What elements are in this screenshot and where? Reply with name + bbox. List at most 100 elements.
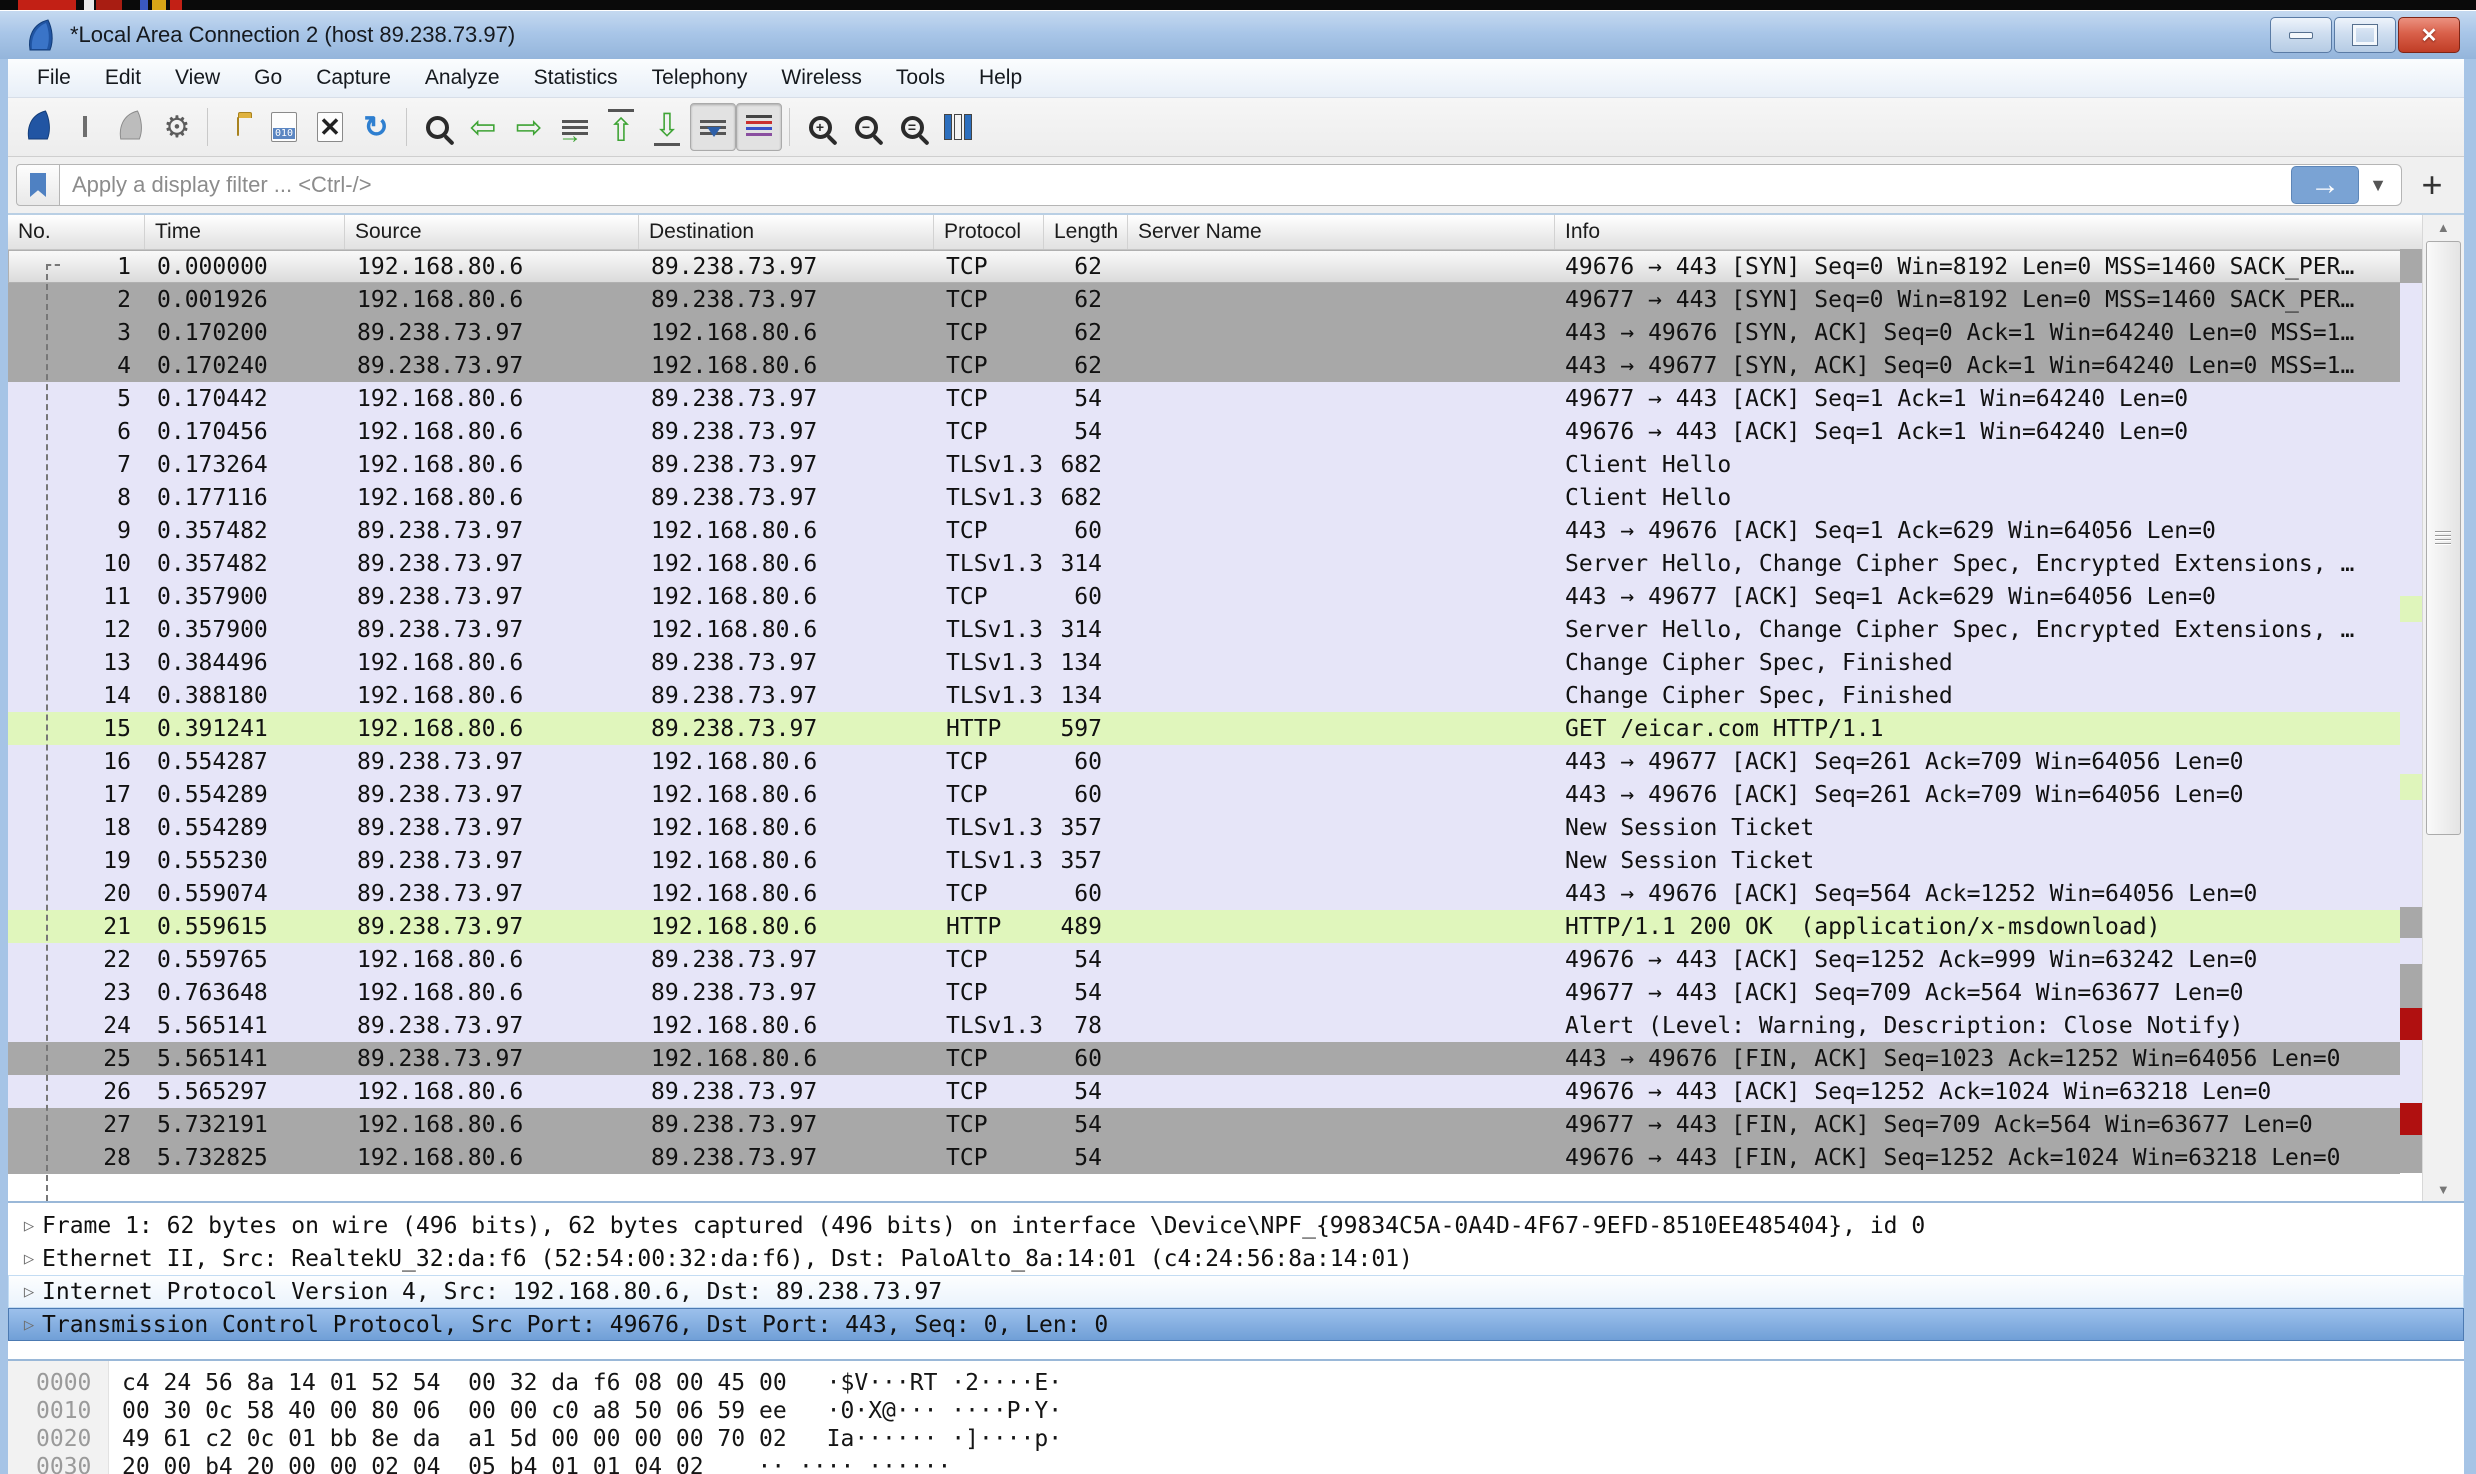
go-forward-button[interactable]: ⇨ <box>506 103 552 151</box>
cell-len: 54 <box>1044 947 1128 973</box>
filter-dropdown-caret-icon[interactable]: ▼ <box>2369 175 2387 196</box>
column-header-protocol[interactable]: Protocol <box>934 215 1044 249</box>
save-file-button[interactable]: 010 <box>261 103 307 151</box>
detail-row[interactable]: ▷Transmission Control Protocol, Src Port… <box>8 1308 2464 1341</box>
packet-row[interactable]: 30.17020089.238.73.97192.168.80.6TCP6244… <box>8 316 2464 349</box>
menu-item-telephony[interactable]: Telephony <box>635 59 765 97</box>
titlebar[interactable]: *Local Area Connection 2 (host 89.238.73… <box>0 11 2476 60</box>
close-button[interactable]: ✕ <box>2398 17 2460 53</box>
add-filter-button[interactable]: + <box>2410 165 2454 205</box>
column-header-server-name[interactable]: Server Name <box>1128 215 1555 249</box>
restart-capture-button[interactable] <box>108 103 154 151</box>
packet-row[interactable]: 10.000000192.168.80.689.238.73.97TCP6249… <box>8 250 2464 283</box>
packet-row[interactable]: 80.177116192.168.80.689.238.73.97TLSv1.3… <box>8 481 2464 514</box>
column-header-source[interactable]: Source <box>345 215 639 249</box>
packet-row[interactable]: 210.55961589.238.73.97192.168.80.6HTTP48… <box>8 910 2464 943</box>
go-back-button[interactable]: ⇦ <box>460 103 506 151</box>
display-filter-input[interactable]: Apply a display filter ... <Ctrl-/> → ▼ <box>60 164 2402 206</box>
column-header-info[interactable]: Info <box>1555 215 2464 249</box>
go-to-packet-button[interactable]: → <box>552 103 598 151</box>
expand-arrow-icon[interactable]: ▷ <box>16 1249 42 1269</box>
resize-columns-button[interactable] <box>935 103 981 151</box>
expand-arrow-icon[interactable]: ▷ <box>16 1216 42 1236</box>
hex-row[interactable]: 001000 30 0c 58 40 00 80 06 00 00 c0 a8 … <box>8 1397 2464 1425</box>
go-bottom-button[interactable]: ⇩ <box>644 103 690 151</box>
packet-row[interactable]: 200.55907489.238.73.97192.168.80.6TCP604… <box>8 877 2464 910</box>
packet-row[interactable]: 70.173264192.168.80.689.238.73.97TLSv1.3… <box>8 448 2464 481</box>
menu-item-edit[interactable]: Edit <box>88 59 158 97</box>
menu-item-view[interactable]: View <box>158 59 237 97</box>
packet-row[interactable]: 120.35790089.238.73.97192.168.80.6TLSv1.… <box>8 613 2464 646</box>
start-capture-button[interactable] <box>16 103 62 151</box>
stop-capture-button[interactable] <box>62 103 108 151</box>
zoom-out-button[interactable]: − <box>843 103 889 151</box>
go-top-button[interactable]: ⇧ <box>598 103 644 151</box>
packet-row[interactable]: 40.17024089.238.73.97192.168.80.6TCP6244… <box>8 349 2464 382</box>
expand-arrow-icon[interactable]: ▷ <box>16 1315 42 1335</box>
cell-src: 89.238.73.97 <box>345 551 639 577</box>
zoom-reset-button[interactable]: = <box>889 103 935 151</box>
scrollbar-thumb[interactable] <box>2426 241 2461 835</box>
packet-row[interactable]: 285.732825192.168.80.689.238.73.97TCP544… <box>8 1141 2464 1174</box>
packet-row[interactable]: 265.565297192.168.80.689.238.73.97TCP544… <box>8 1075 2464 1108</box>
menu-item-tools[interactable]: Tools <box>879 59 962 97</box>
detail-row[interactable]: ▷Ethernet II, Src: RealtekU_32:da:f6 (52… <box>8 1242 2464 1275</box>
packet-row[interactable]: 90.35748289.238.73.97192.168.80.6TCP6044… <box>8 514 2464 547</box>
packet-row[interactable]: 20.001926192.168.80.689.238.73.97TCP6249… <box>8 283 2464 316</box>
vertical-scrollbar[interactable]: ▲ ▼ <box>2422 215 2464 1201</box>
filter-bookmark-button[interactable] <box>16 164 60 206</box>
packet-row[interactable]: 100.35748289.238.73.97192.168.80.6TLSv1.… <box>8 547 2464 580</box>
detail-row[interactable]: ▷Frame 1: 62 bytes on wire (496 bits), 6… <box>8 1209 2464 1242</box>
packet-row[interactable]: 275.732191192.168.80.689.238.73.97TCP544… <box>8 1108 2464 1141</box>
cell-no: 20 <box>8 881 145 907</box>
packet-row[interactable]: 245.56514189.238.73.97192.168.80.6TLSv1.… <box>8 1009 2464 1042</box>
find-packet-button[interactable] <box>414 103 460 151</box>
menu-item-capture[interactable]: Capture <box>299 59 408 97</box>
go-bottom-icon: ⇩ <box>654 109 681 146</box>
hex-row[interactable]: 003020 00 b4 20 00 00 02 04 05 b4 01 01 … <box>8 1453 2464 1474</box>
packet-row[interactable]: 150.391241192.168.80.689.238.73.97HTTP59… <box>8 712 2464 745</box>
menu-item-file[interactable]: File <box>20 59 88 97</box>
maximize-button[interactable] <box>2334 17 2396 53</box>
hex-row[interactable]: 0000c4 24 56 8a 14 01 52 54 00 32 da f6 … <box>8 1369 2464 1397</box>
column-header-time[interactable]: Time <box>145 215 345 249</box>
close-file-button[interactable]: ✕ <box>307 103 353 151</box>
column-header-no[interactable]: No. <box>8 215 145 249</box>
packet-row[interactable]: 180.55428989.238.73.97192.168.80.6TLSv1.… <box>8 811 2464 844</box>
reload-button[interactable]: ↻ <box>353 103 399 151</box>
zoom-in-button[interactable]: + <box>797 103 843 151</box>
packet-row[interactable]: 230.763648192.168.80.689.238.73.97TCP544… <box>8 976 2464 1009</box>
menu-item-wireless[interactable]: Wireless <box>764 59 879 97</box>
menu-item-analyze[interactable]: Analyze <box>408 59 517 97</box>
scroll-up-button[interactable]: ▲ <box>2423 215 2464 239</box>
packet-row[interactable]: 50.170442192.168.80.689.238.73.97TCP5449… <box>8 382 2464 415</box>
auto-scroll-button[interactable] <box>690 103 736 151</box>
packet-row[interactable]: 220.559765192.168.80.689.238.73.97TCP544… <box>8 943 2464 976</box>
column-header-destination[interactable]: Destination <box>639 215 934 249</box>
packet-row[interactable]: 160.55428789.238.73.97192.168.80.6TCP604… <box>8 745 2464 778</box>
expand-arrow-icon[interactable]: ▷ <box>16 1282 42 1302</box>
detail-row[interactable]: ▷Internet Protocol Version 4, Src: 192.1… <box>8 1275 2464 1308</box>
apply-filter-button[interactable]: → <box>2291 166 2359 204</box>
packet-row[interactable]: 170.55428989.238.73.97192.168.80.6TCP604… <box>8 778 2464 811</box>
cell-time: 0.177116 <box>145 485 345 511</box>
minimize-button[interactable] <box>2270 17 2332 53</box>
column-header-length[interactable]: Length <box>1044 215 1128 249</box>
packet-row[interactable]: 130.384496192.168.80.689.238.73.97TLSv1.… <box>8 646 2464 679</box>
packet-row[interactable]: 190.55523089.238.73.97192.168.80.6TLSv1.… <box>8 844 2464 877</box>
packet-row[interactable]: 140.388180192.168.80.689.238.73.97TLSv1.… <box>8 679 2464 712</box>
scroll-down-button[interactable]: ▼ <box>2423 1177 2464 1201</box>
menu-item-statistics[interactable]: Statistics <box>517 59 635 97</box>
menu-item-help[interactable]: Help <box>962 59 1039 97</box>
open-file-button[interactable] <box>215 103 261 151</box>
hex-row[interactable]: 002049 61 c2 0c 01 bb 8e da a1 5d 00 00 … <box>8 1425 2464 1453</box>
menu-item-go[interactable]: Go <box>237 59 299 97</box>
packet-row[interactable]: 255.56514189.238.73.97192.168.80.6TCP604… <box>8 1042 2464 1075</box>
capture-options-button[interactable]: ⚙ <box>154 103 200 151</box>
scrollbar-minimap[interactable] <box>2400 249 2422 1201</box>
cell-info: 443 → 49676 [FIN, ACK] Seq=1023 Ack=1252… <box>1555 1046 2340 1072</box>
stop-capture-icon <box>83 118 87 136</box>
packet-row[interactable]: 110.35790089.238.73.97192.168.80.6TCP604… <box>8 580 2464 613</box>
packet-row[interactable]: 60.170456192.168.80.689.238.73.97TCP5449… <box>8 415 2464 448</box>
colorize-button[interactable] <box>736 103 782 151</box>
